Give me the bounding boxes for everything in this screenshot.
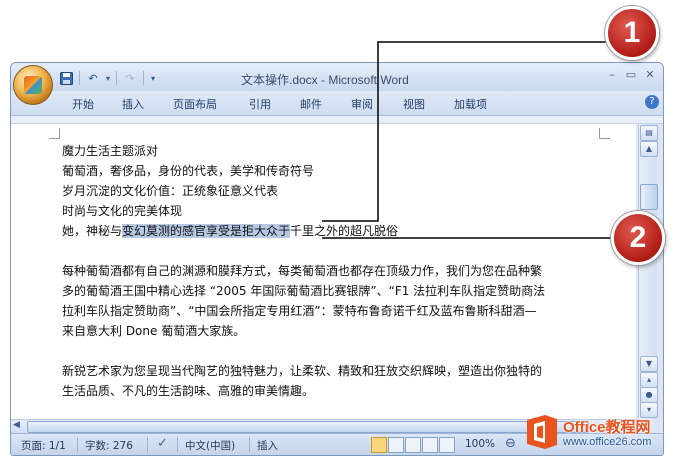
callout-1: 1: [605, 6, 659, 60]
callout-leader-lines: [322, 41, 612, 239]
watermark: Office教程网 www.office26.com: [525, 410, 675, 454]
watermark-brand: Office教程网: [563, 419, 651, 436]
office-logo-icon: [527, 415, 557, 449]
callout-1-leader: [322, 41, 606, 222]
callout-2: 2: [611, 211, 665, 265]
watermark-url: www.office26.com: [563, 436, 652, 448]
